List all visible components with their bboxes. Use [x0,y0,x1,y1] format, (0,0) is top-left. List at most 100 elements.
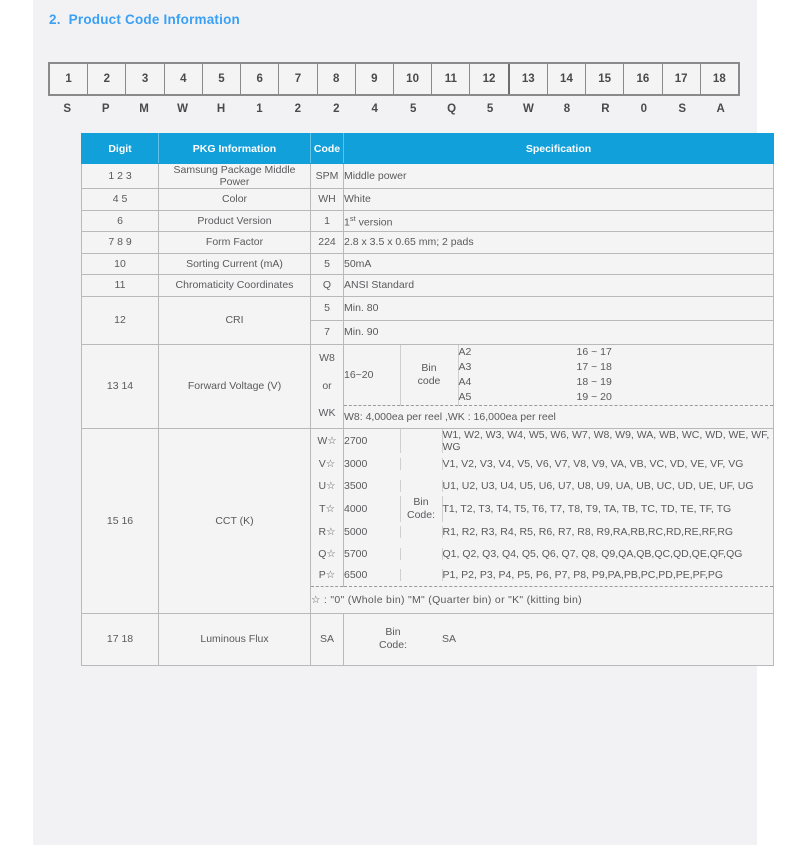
page-title: 2. Product Code Information [49,12,240,27]
cct-bin-code-label [400,479,443,492]
cell-digit: 1 2 3 [81,163,159,189]
lf-bin-label-line: Code: [378,639,408,652]
cell-digit: 7 8 9 [81,231,159,254]
digit-value-cell: Q [447,103,457,115]
cell-pkg-information: CRI [158,295,311,345]
digit-cell: 3 [126,64,165,94]
cct-bin-code-label [400,526,443,539]
cct-detail-row: 3500 U1, U2, U3, U4, U5, U6, U7, U8, U9, … [344,479,773,492]
cct-detail-row: 5700 Q1, Q2, Q3, Q4, Q5, Q6, Q7, Q8, Q9,Q… [344,547,773,560]
cell-specification: 3500 U1, U2, U3, U4, U5, U6, U7, U8, U9, … [343,474,774,497]
luminous-flux-detail: Bin Code: SA [344,626,773,652]
cell-digit: 12 [81,295,159,345]
digit-value-cell: A [716,103,725,115]
header-digit: Digit [81,133,159,164]
fv-detail-row: 16~20 Bin code A2 16 ~ 17 A3 17 ~ 18 A4 18 ~ 19 A… [344,344,774,406]
digit-cell: 12 [470,64,509,94]
cct-detail-row: 4000 Bin Code: T1, T2, T3, T4, T5, T6, T7, … [344,496,773,522]
cct-temperature: 3500 [344,479,401,492]
digit-cell: 10 [394,64,433,94]
digit-cell: 7 [279,64,318,94]
cct-bin-code-label [400,547,443,560]
cell-code: Q☆ [310,543,344,565]
table-row: 11 Chromaticity Coordinates Q ANSI Standard [81,274,774,297]
cell-code: W8 or WK [310,343,344,430]
cct-bin-code-label [400,429,443,454]
cct-detail-row: 5000 R1, R2, R3, R4, R5, R6, R7, R8, R9,R… [344,526,773,539]
cell-pkg-information: Form Factor [158,231,311,254]
cell-specification: 2700 W1, W2, W3, W4, W5, W6, W7, W8, W9, … [343,428,774,454]
cct-detail-row: 2700 W1, W2, W3, W4, W5, W6, W7, W8, W9, … [344,429,773,454]
cell-digit: 13 14 [81,343,159,430]
cct-bin-list: T1, T2, T3, T4, T5, T6, T7, T8, T9, TA, … [442,496,773,522]
cct-detail: 2700 W1, W2, W3, W4, W5, W6, W7, W8, W9, … [344,429,773,454]
digit-value-cell: H [216,103,226,115]
lf-detail-row: Bin Code: SA [344,626,773,652]
table-row: 1 2 3 Samsung Package Middle Power SPM Midd… [81,163,774,189]
cell-specification: Min. 80 [343,295,774,321]
cct-bin-label-line: Code: [406,508,436,521]
section-number: 2. [49,12,61,27]
cell-digit: 15 16 [81,428,159,614]
digit-cell: 6 [241,64,280,94]
digit-value-cell: 1 [256,103,263,115]
digit-cell: 9 [356,64,394,94]
fv-bin-label-line: Bin [421,361,437,374]
digit-cell: 15 [586,64,625,94]
table-body: 1 2 3 Samsung Package Middle Power SPM Midd… [81,163,774,666]
cct-temperature: 2700 [344,429,401,454]
cct-bin-list: Q1, Q2, Q3, Q4, Q5, Q6, Q7, Q8, Q9,QA,QB… [442,547,773,560]
fv-bin-code: A3 [458,360,472,373]
fv-bin-label-line: code [417,374,441,387]
cell-code: Q [310,274,344,297]
digit-cell: 13 [507,64,548,94]
cell-code: WH [310,188,344,211]
table-row: 4 5 Color WH White [81,188,774,211]
digit-value-cell: W [523,103,534,115]
digit-value-cell: P [101,103,110,115]
header-code: Code [310,133,344,164]
cct-detail: 4000 Bin Code: T1, T2, T3, T4, T5, T6, T7, … [344,496,773,522]
fv-bin-item: A3 17 ~ 18 [459,360,774,375]
fv-bin-code: A5 [458,391,472,404]
header-pkg-information: PKG Information [158,133,311,164]
cell-code: 5 [310,252,344,275]
cct-detail: 6500 P1, P2, P3, P4, P5, P6, P7, P8, P9,P… [344,569,773,582]
cct-temperature: 4000 [344,496,401,522]
cell-specification: 2.8 x 3.5 x 0.65 mm; 2 pads [343,231,774,254]
fv-note: W8: 4,000ea per reel ,WK : 16,000ea per … [344,405,773,429]
forward-voltage-detail: 16~20 Bin code A2 16 ~ 17 A3 17 ~ 18 A4 18 ~ 19 A… [344,344,774,429]
fv-bin-range: 19 ~ 20 [576,391,612,404]
digit-value-cell: M [139,103,149,115]
digit-value-cell: W [177,103,188,115]
digit-value-cell: 0 [640,103,647,115]
digit-cell: 2 [88,64,127,94]
digit-value-cell: R [601,103,610,115]
digit-cell: 4 [165,64,203,94]
superscript: st [349,213,356,223]
lf-value: SA [442,626,773,652]
cell-specification: 5000 R1, R2, R3, R4, R5, R6, R7, R8, R9,R… [343,521,774,544]
cell-specification: ANSI Standard [343,274,774,297]
cell-specification: 4000 Bin Code: T1, T2, T3, T4, T5, T6, T7, … [343,496,774,522]
code-line: W8 [319,352,335,365]
cct-temperature: 5000 [344,526,401,539]
digit-value-cell: 2 [294,103,302,115]
cct-bin-code-label [400,458,443,471]
cell-code: 7 [310,319,344,345]
cell-code: W☆ [310,428,344,454]
header-specification: Specification [343,133,774,164]
fv-bin-list: A2 16 ~ 17 A3 17 ~ 18 A4 18 ~ 19 A5 19 ~ 20 [458,344,774,406]
cell-code: U☆ [310,474,344,497]
cct-detail: 3500 U1, U2, U3, U4, U5, U6, U7, U8, U9, … [344,479,773,492]
digit-value-row: S P M W H 1 2 2 4 5 Q 5 W 8 R 0 S A [48,96,740,122]
digit-value-cell: 5 [409,103,417,115]
cell-pkg-information: Forward Voltage (V) [158,343,311,430]
cell-digit: 11 [81,274,159,297]
cct-bin-list: R1, R2, R3, R4, R5, R6, R7, R8, R9,RA,RB… [442,526,773,539]
cct-detail: 5000 R1, R2, R3, R4, R5, R6, R7, R8, R9,R… [344,526,773,539]
cct-star-note: ☆ : "0" (Whole bin) "M" (Quarter bin) or… [310,585,774,614]
cell-specification: 6500 P1, P2, P3, P4, P5, P6, P7, P8, P9,P… [343,564,774,587]
cell-code: SA [310,612,344,666]
fv-bin-code-label: Bin code [400,344,459,406]
